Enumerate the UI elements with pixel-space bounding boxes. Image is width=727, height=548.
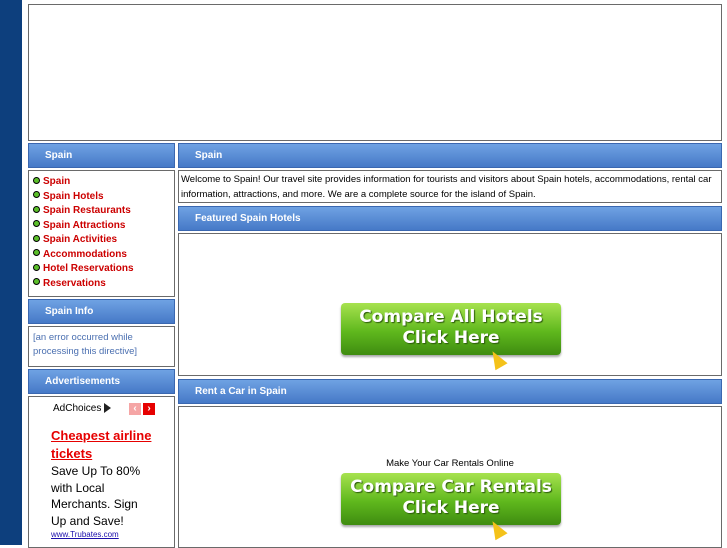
nav-list: Spain Spain Hotels Spain Restaurants Spa… xyxy=(29,171,174,291)
nav-item[interactable]: Accommodations xyxy=(33,248,174,263)
featured-header-label: Featured Spain Hotels xyxy=(195,213,301,224)
featured-box: Compare All Hotels Click Here xyxy=(178,233,722,376)
nav-box: Spain Spain Hotels Spain Restaurants Spa… xyxy=(28,170,175,297)
nav-item[interactable]: Reservations xyxy=(33,277,174,292)
nav-link-spain[interactable]: Spain xyxy=(43,176,70,187)
nav-item[interactable]: Spain Attractions xyxy=(33,219,174,234)
nav-link-hotel-reservations[interactable]: Hotel Reservations xyxy=(43,263,134,274)
ad-body-text: Save Up To 80% with Local Merchants. Sig… xyxy=(51,464,141,528)
compare-cars-line1: Compare Car Rentals xyxy=(350,477,552,497)
main-header-label: Spain xyxy=(195,150,223,161)
nav-link-reservations[interactable]: Reservations xyxy=(43,278,106,289)
top-banner xyxy=(28,4,722,141)
compare-hotels-line2: Click Here xyxy=(402,328,500,348)
nav-item[interactable]: Spain Restaurants xyxy=(33,204,174,219)
nav-header-label: Spain xyxy=(45,150,73,161)
bullet-icon xyxy=(33,205,40,213)
info-header: Spain Info xyxy=(28,299,175,324)
bullet-icon xyxy=(33,249,40,257)
adchoices-label: AdChoices xyxy=(53,403,102,414)
nav-link-spain-restaurants[interactable]: Spain Restaurants xyxy=(43,205,131,216)
compare-hotels-button[interactable]: Compare All Hotels Click Here xyxy=(341,303,561,355)
nav-link-spain-attractions[interactable]: Spain Attractions xyxy=(43,220,125,231)
nav-item[interactable]: Spain Hotels xyxy=(33,190,174,205)
rent-header-label: Rent a Car in Spain xyxy=(195,386,287,397)
nav-link-accommodations[interactable]: Accommodations xyxy=(43,249,127,260)
welcome-box: Welcome to Spain! Our travel site provid… xyxy=(178,170,722,203)
ads-box: AdChoices ‹ › Cheapest airline tickets S… xyxy=(28,396,175,548)
bullet-icon xyxy=(33,234,40,242)
compare-cars-line2: Click Here xyxy=(402,498,500,518)
ads-header-label: Advertisements xyxy=(45,376,121,387)
error-message: [an error occurred while processing this… xyxy=(33,332,138,357)
bullet-icon xyxy=(33,191,40,199)
ad-title-link[interactable]: Cheapest airline tickets xyxy=(51,427,161,463)
rent-box: Make Your Car Rentals Online Compare Car… xyxy=(178,406,722,548)
rent-intro-text: Make Your Car Rentals Online xyxy=(386,458,514,469)
nav-link-spain-hotels[interactable]: Spain Hotels xyxy=(43,191,104,202)
nav-header: Spain xyxy=(28,143,175,168)
welcome-text: Welcome to Spain! Our travel site provid… xyxy=(181,174,712,200)
ads-header: Advertisements xyxy=(28,369,175,394)
ad-next-button[interactable]: › xyxy=(143,403,155,415)
ad-prev-button[interactable]: ‹ xyxy=(129,403,141,415)
nav-link-spain-activities[interactable]: Spain Activities xyxy=(43,234,117,245)
nav-item[interactable]: Spain Activities xyxy=(33,233,174,248)
bullet-icon xyxy=(33,278,40,286)
compare-cars-button[interactable]: Compare Car Rentals Click Here xyxy=(341,473,561,525)
left-bar xyxy=(0,0,22,545)
adchoices-link[interactable]: AdChoices xyxy=(53,403,112,414)
ad-url-link[interactable]: www.Trubates.com xyxy=(51,530,119,539)
rent-header: Rent a Car in Spain xyxy=(178,379,722,404)
info-box: [an error occurred while processing this… xyxy=(28,326,175,367)
bullet-icon xyxy=(33,220,40,228)
main-header: Spain xyxy=(178,143,722,168)
bullet-icon xyxy=(33,263,40,271)
compare-hotels-line1: Compare All Hotels xyxy=(359,307,543,327)
nav-item[interactable]: Spain xyxy=(33,175,174,190)
featured-header: Featured Spain Hotels xyxy=(178,206,722,231)
nav-item[interactable]: Hotel Reservations xyxy=(33,262,174,277)
adchoices-icon xyxy=(104,403,112,414)
bullet-icon xyxy=(33,176,40,184)
info-header-label: Spain Info xyxy=(45,306,94,317)
